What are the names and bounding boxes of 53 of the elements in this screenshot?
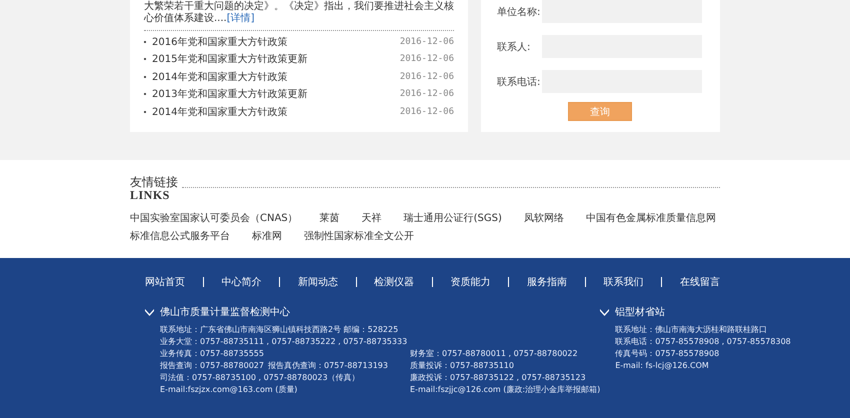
field-label: 联系人:	[497, 40, 532, 54]
contact-text: 报告查询：0757-88780027	[160, 360, 265, 372]
nav-link[interactable]: 服务指南	[527, 275, 568, 289]
nav-link[interactable]: 在线留言	[680, 275, 720, 289]
contact-text: 传真号码：0757-85578908	[615, 348, 720, 360]
nav-link[interactable]: 网站首页	[145, 275, 185, 289]
news-summary: 大繁荣若干重大问题的决定》。《决定》指出，我们要推进社会主义核心价值体系建设....[详情]	[144, 1, 454, 25]
contact-text: 联系地址：佛山市南海大沥桂和路联桂路口	[615, 324, 768, 336]
news-link[interactable]: 2013年党和国家重大方针政策更新	[144, 87, 308, 102]
contact-text: 廉政投诉：0757-88735122 , 0757-88735123	[410, 372, 587, 384]
contact-text: E-mail:fszjzx.com@163.com (质量)	[160, 384, 298, 396]
news-date: 2016-12-06	[400, 54, 454, 64]
friend-link[interactable]: 中国实验室国家认可委员会（CNAS）	[130, 212, 298, 226]
contact-text: 报告真伪查询：0757-88713193	[268, 360, 389, 372]
contact-text: E-mail: fs-lcj@126.COM	[615, 360, 710, 372]
contact-text: 业务大堂：0757-88735111 , 0757-88735222 , 0757-88735333	[160, 336, 408, 348]
news-link[interactable]: 2014年党和国家重大方针政策	[144, 70, 288, 84]
contact-text: 联系电话：0757-85578908 , 0757-85578308	[615, 336, 791, 348]
friend-link[interactable]: 标准网	[252, 230, 282, 244]
contact-text: 财务室：0757-88780011 , 0757-88780022	[410, 348, 579, 360]
field-label: 单位名称:	[497, 6, 542, 18]
nav-link[interactable]: 新闻动态	[298, 275, 338, 289]
nav-link[interactable]: 联系我们	[603, 275, 644, 289]
news-date: 2016-12-06	[400, 72, 454, 82]
details-link[interactable]: [详情]	[226, 13, 255, 24]
contact-text: 联系地址：广东省佛山市南海区狮山镇科技西路2号 邮编：528225	[160, 324, 400, 336]
nav-link[interactable]: 资质能力	[450, 275, 491, 289]
news-date: 2016-12-06	[400, 89, 454, 100]
contact-text: E-mail:fszjjc@126.com (廉政:治理小金库举报邮箱)	[410, 384, 600, 396]
section-title: 铝型材省站	[615, 306, 666, 319]
news-date: 2016-12-06	[400, 106, 454, 117]
field-label: 联系电话:	[497, 76, 542, 88]
contact-text: 业务传真：0757-88735555	[160, 348, 265, 360]
contact-text: 司法值：0757-88735100 , 0757-88780023（传真）	[160, 372, 361, 384]
news-link[interactable]: 2015年党和国家重大方针政策更新	[144, 52, 308, 66]
news-link[interactable]: 2016年党和国家重大方针政策	[144, 34, 288, 49]
friend-link[interactable]: 强制性国家标准全文公开	[304, 230, 414, 244]
links-subtitle: LINKS	[130, 189, 171, 202]
friend-link[interactable]: 天祥	[362, 212, 382, 226]
contact-text: 质量投诉：0757-88735110	[410, 360, 515, 372]
news-date: 2016-12-06	[400, 36, 454, 47]
friend-link[interactable]: 中国有色金属标准质量信息网	[586, 212, 716, 226]
friend-link[interactable]: 瑞士通用公证行(SGS)	[404, 212, 502, 226]
friend-link[interactable]: 标准信息公式服务平台	[130, 230, 230, 244]
nav-link[interactable]: 中心简介	[221, 275, 262, 289]
chevron-icon	[145, 308, 154, 316]
friend-link[interactable]: 凤软网络	[524, 212, 564, 226]
news-link[interactable]: 2014年党和国家重大方针政策	[144, 104, 288, 119]
section-title: 佛山市质量计量监督检测中心	[160, 306, 290, 319]
friend-link[interactable]: 莱茵	[320, 212, 340, 226]
nav-link[interactable]: 检测仪器	[374, 275, 414, 289]
links-title: 友情链接	[130, 176, 178, 189]
chevron-icon	[600, 308, 610, 316]
